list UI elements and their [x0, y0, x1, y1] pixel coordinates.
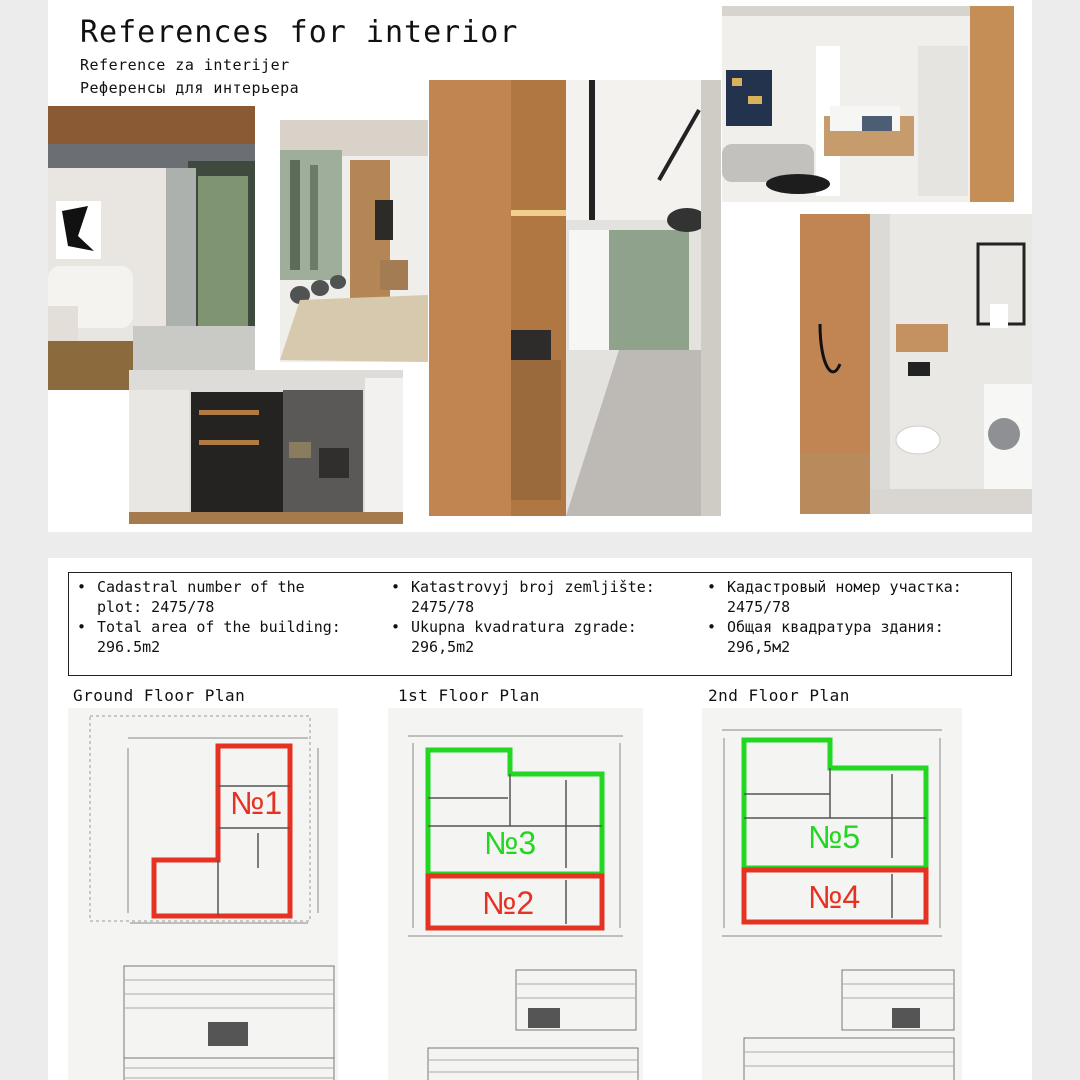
- unit-4-label: №4: [808, 879, 860, 915]
- dark-tv-wall-study-photo: [129, 370, 403, 524]
- info-column-english: Cadastral number of the plot: 2475/78 To…: [73, 577, 383, 657]
- total-area-ru: Общая квадратура здания: 296,5м2: [703, 617, 1009, 657]
- info-column-serbian: Katastrovyj broj zemljište: 2475/78 Ukup…: [387, 577, 697, 657]
- interior-references-board: References for interior Reference za int…: [48, 0, 1032, 532]
- wood-kitchen-corridor-photo: [429, 80, 721, 516]
- total-area-en: Total area of the building: 296.5m2: [73, 617, 383, 657]
- floor-plans-board: Cadastral number of the plot: 2475/78 To…: [48, 558, 1032, 1080]
- first-floor-plan: №3 №2: [388, 708, 643, 1080]
- total-area-sr: Ukupna kvadratura zgrade: 296,5m2: [387, 617, 697, 657]
- lounge-with-forest-view-photo: [280, 120, 428, 362]
- unit-5-label: №5: [808, 819, 860, 855]
- unit-3-label: №3: [484, 825, 536, 861]
- subtitle-serbian: Reference za interijer: [80, 56, 290, 74]
- ground-floor-plan-title: Ground Floor Plan: [73, 686, 246, 705]
- cadastral-number-en: Cadastral number of the plot: 2475/78: [73, 577, 383, 617]
- second-floor-plan-title: 2nd Floor Plan: [708, 686, 850, 705]
- unit-2-label: №2: [482, 885, 534, 921]
- bedroom-with-sofa-photo: [722, 6, 1014, 202]
- info-column-russian: Кадастровый номер участка: 2475/78 Общая…: [703, 577, 1009, 657]
- property-info-box: Cadastral number of the plot: 2475/78 To…: [68, 572, 1012, 676]
- second-floor-plan: №5 №4: [702, 708, 962, 1080]
- living-room-glass-wall-photo: [48, 106, 255, 390]
- cadastral-number-ru: Кадастровый номер участка: 2475/78: [703, 577, 1009, 617]
- page-title: References for interior: [80, 15, 519, 50]
- first-floor-plan-title: 1st Floor Plan: [398, 686, 540, 705]
- ground-floor-plan: №1: [68, 708, 338, 1080]
- bathroom-with-shower-photo: [800, 214, 1032, 514]
- cadastral-number-sr: Katastrovyj broj zemljište: 2475/78: [387, 577, 697, 617]
- unit-1-label: №1: [230, 785, 282, 821]
